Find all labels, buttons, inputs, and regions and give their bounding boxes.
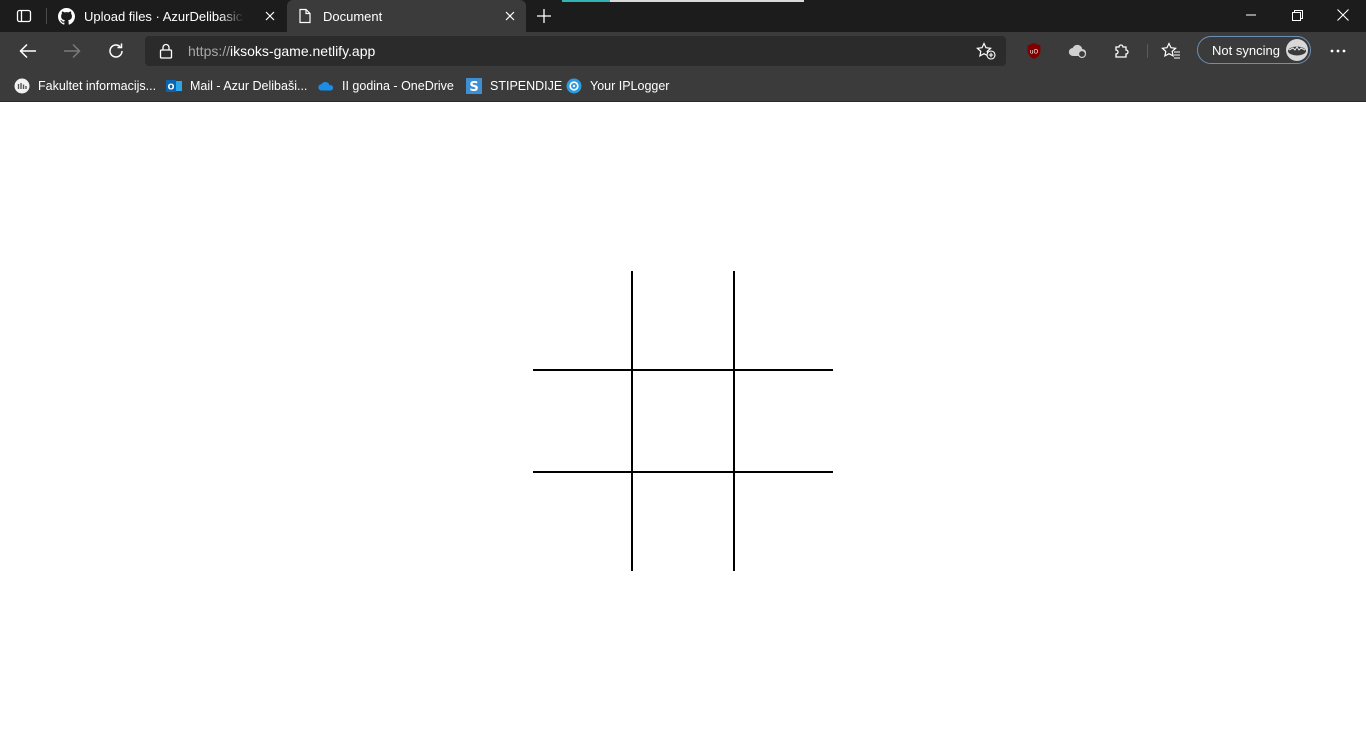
settings-menu-button[interactable] — [1322, 35, 1354, 67]
bookmark-label: II godina - OneDrive — [342, 79, 454, 93]
svg-text:S: S — [469, 80, 478, 94]
tab-actions-button[interactable] — [10, 4, 38, 28]
extensions-button[interactable] — [1106, 35, 1138, 67]
tab-title: Upload files · AzurDelibasic/Tic-Tac-Toe — [84, 8, 244, 24]
onedrive-icon — [318, 78, 334, 94]
toolbar-divider — [1147, 44, 1148, 58]
game-board — [533, 271, 833, 571]
more-icon — [1330, 49, 1346, 53]
iplogger-icon — [566, 78, 582, 94]
avatar — [1286, 39, 1308, 61]
bookmark-label: Your IPLogger — [590, 79, 670, 93]
favorites-button[interactable] — [1155, 35, 1187, 67]
close-tab-icon[interactable] — [262, 8, 278, 24]
tab-github[interactable]: Upload files · AzurDelibasic/Tic-Tac-Toe — [48, 0, 286, 32]
favorites-icon — [1161, 42, 1180, 59]
loading-indicator-fill — [562, 0, 610, 2]
bookmarks-bar: Fakultet informacijs... O Mail - Azur De… — [0, 70, 1366, 102]
close-tab-icon[interactable] — [502, 8, 518, 24]
board-cell[interactable] — [633, 371, 733, 471]
board-cell[interactable] — [733, 271, 833, 371]
tab-strip: Upload files · AzurDelibasic/Tic-Tac-Toe… — [0, 0, 1366, 32]
svg-text:O: O — [168, 83, 175, 92]
tab-separator — [46, 8, 47, 24]
refresh-icon — [109, 43, 123, 58]
github-icon — [57, 7, 75, 25]
minimize-button[interactable] — [1228, 0, 1274, 30]
url-host: iksoks-game.netlify.app — [230, 43, 376, 59]
loading-indicator — [562, 0, 804, 2]
url-text: https://iksoks-game.netlify.app — [188, 43, 375, 59]
bookmark-fakultet[interactable]: Fakultet informacijs... — [14, 76, 156, 96]
bookmark-mail[interactable]: O Mail - Azur Delibaši... — [166, 76, 307, 96]
board-cell[interactable] — [733, 471, 833, 571]
plus-icon — [537, 9, 551, 23]
bookmark-label: Fakultet informacijs... — [38, 79, 157, 93]
tab-document[interactable]: Document — [287, 0, 526, 32]
board-cell[interactable] — [533, 271, 633, 371]
restore-icon — [1291, 9, 1303, 21]
browser-toolbar: https://iksoks-game.netlify.app uO — [0, 32, 1366, 70]
page-icon — [296, 7, 314, 25]
tab-actions-icon — [16, 9, 32, 23]
forward-button[interactable] — [56, 35, 88, 67]
forward-arrow-icon — [64, 43, 81, 59]
lock-icon[interactable] — [159, 43, 173, 64]
bookmark-label: STIPENDIJE — [490, 79, 563, 93]
outlook-icon: O — [166, 78, 182, 94]
fit-icon — [14, 78, 30, 94]
profile-status: Not syncing — [1212, 42, 1280, 58]
svg-text:uO: uO — [1030, 49, 1039, 56]
url-scheme: https:// — [188, 43, 231, 59]
refresh-button[interactable] — [100, 35, 132, 67]
back-arrow-icon — [19, 43, 36, 59]
restore-button[interactable] — [1274, 0, 1320, 30]
add-favorite-icon[interactable] — [976, 42, 996, 65]
address-bar[interactable]: https://iksoks-game.netlify.app — [145, 36, 1006, 66]
tab-title: Document — [323, 8, 383, 24]
board-cell[interactable] — [533, 471, 633, 571]
board-cell[interactable] — [533, 371, 633, 471]
bookmark-label: Mail - Azur Delibaši... — [190, 79, 308, 93]
board-cell[interactable] — [633, 471, 733, 571]
minimize-icon — [1246, 14, 1256, 16]
extension-button[interactable] — [1062, 35, 1094, 67]
profile-button[interactable]: Not syncing — [1197, 36, 1311, 64]
board-cell[interactable] — [633, 271, 733, 371]
ublock-extension-button[interactable]: uO — [1018, 35, 1050, 67]
back-button[interactable] — [12, 35, 44, 67]
new-tab-button[interactable] — [532, 4, 556, 28]
close-icon — [1337, 9, 1349, 21]
cloud-extension-icon — [1068, 44, 1087, 59]
puzzle-icon — [1115, 44, 1129, 58]
close-window-button[interactable] — [1320, 0, 1366, 30]
s-icon: S — [466, 78, 482, 94]
bookmark-onedrive[interactable]: II godina - OneDrive — [318, 76, 454, 96]
ublock-icon: uO — [1027, 43, 1041, 59]
bookmark-iplogger[interactable]: Your IPLogger — [566, 76, 669, 96]
board-cell[interactable] — [733, 371, 833, 471]
bookmark-stipendije[interactable]: S STIPENDIJE — [466, 76, 562, 96]
